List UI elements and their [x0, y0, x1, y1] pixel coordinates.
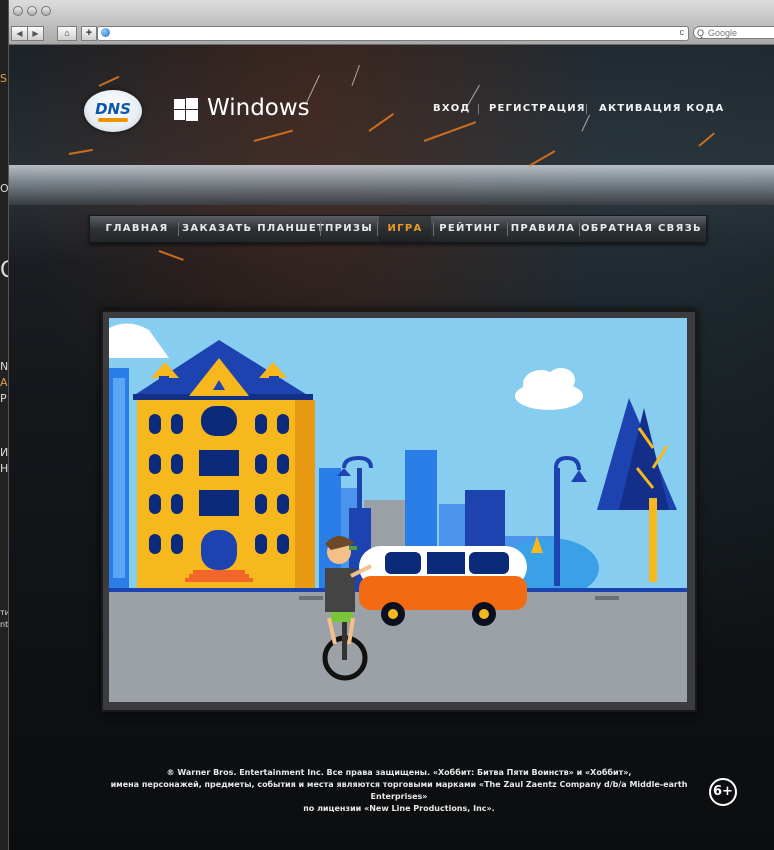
dns-logo-swoosh: [98, 118, 128, 122]
address-bar[interactable]: c: [97, 26, 689, 41]
zoom-window-button[interactable]: [41, 6, 51, 16]
nav-item-home[interactable]: ГЛАВНАЯ: [98, 216, 176, 242]
nav-item-rules[interactable]: ПРАВИЛА: [509, 216, 577, 242]
nav-separator: [377, 222, 378, 236]
nav-separator: |: [585, 103, 588, 115]
close-window-button[interactable]: [13, 6, 23, 16]
browser-window: ◀ ▶ ⌂ + c Q Google DNS Windows ВХОД | РЕ…: [8, 0, 774, 850]
home-icon[interactable]: ⌂: [57, 26, 77, 41]
dns-logo[interactable]: DNS: [84, 90, 142, 132]
main-navigation: ГЛАВНАЯ ЗАКАЗАТЬ ПЛАНШЕТ ПРИЗЫ ИГРА РЕЙТ…: [89, 215, 707, 243]
nav-separator: |: [477, 103, 480, 115]
ember-decoration: [253, 129, 293, 142]
ember-decoration: [68, 148, 93, 155]
search-input[interactable]: Q Google: [693, 26, 774, 39]
site-globe-icon: [101, 28, 110, 37]
back-icon[interactable]: ◀: [11, 26, 28, 41]
register-link[interactable]: РЕГИСТРАЦИЯ: [489, 103, 586, 114]
bg-fragment: S: [0, 72, 7, 85]
history-buttons: ◀ ▶: [11, 26, 44, 41]
bg-fragment: P: [0, 392, 7, 405]
nav-item-prizes[interactable]: ПРИЗЫ: [323, 216, 375, 242]
minimize-window-button[interactable]: [27, 6, 37, 16]
nav-separator: [433, 222, 434, 236]
ember-decoration: [98, 75, 120, 87]
activate-code-link[interactable]: АКТИВАЦИЯ КОДА: [599, 103, 724, 114]
bg-fragment: nt: [0, 620, 9, 629]
copyright-line: по лицензии «New Line Productions, Inc».: [303, 804, 495, 813]
copyright-line: имена персонажей, предметы, события и ме…: [110, 780, 688, 801]
reload-icon[interactable]: c: [680, 27, 685, 37]
game-frame: [101, 310, 697, 712]
ember-decoration: [423, 121, 477, 142]
site-page: DNS Windows ВХОД | РЕГИСТРАЦИЯ | АКТИВАЦ…: [9, 45, 774, 850]
bg-fragment: И: [0, 446, 9, 459]
windows-logo-icon: [174, 98, 198, 122]
nav-separator: [579, 222, 580, 236]
snow-ledge: [9, 165, 774, 205]
nav-item-rating[interactable]: РЕЙТИНГ: [435, 216, 505, 242]
age-rating-badge: 6+: [709, 778, 737, 806]
game-canvas[interactable]: [109, 318, 687, 702]
browser-titlebar: ◀ ▶ ⌂ + c Q Google: [9, 0, 774, 45]
nav-separator: [178, 222, 179, 236]
add-bookmark-icon[interactable]: +: [81, 26, 97, 41]
ember-decoration: [368, 112, 395, 132]
copyright-footer: ® Warner Bros. Entertainment Inc. Все пр…: [89, 767, 709, 815]
nav-item-order-tablet[interactable]: ЗАКАЗАТЬ ПЛАНШЕТ: [182, 216, 324, 242]
nav-item-game[interactable]: ИГРА: [379, 216, 431, 242]
snow-streak: [351, 64, 360, 86]
dns-logo-text: DNS: [95, 100, 131, 118]
bg-fragment: A: [0, 376, 8, 389]
nav-separator: [507, 222, 508, 236]
nav-item-feedback[interactable]: ОБРАТНАЯ СВЯЗЬ: [581, 216, 701, 242]
snow-streak: [581, 114, 590, 132]
forward-icon[interactable]: ▶: [28, 26, 44, 41]
search-placeholder: Google: [708, 28, 738, 38]
login-link[interactable]: ВХОД: [433, 103, 471, 114]
ember-decoration: [158, 250, 184, 261]
search-icon: Q: [697, 28, 705, 38]
copyright-line: ® Warner Bros. Entertainment Inc. Все пр…: [166, 768, 632, 777]
ember-decoration: [698, 132, 715, 147]
windows-logo-text: Windows: [207, 95, 310, 121]
nav-separator: [320, 222, 321, 236]
